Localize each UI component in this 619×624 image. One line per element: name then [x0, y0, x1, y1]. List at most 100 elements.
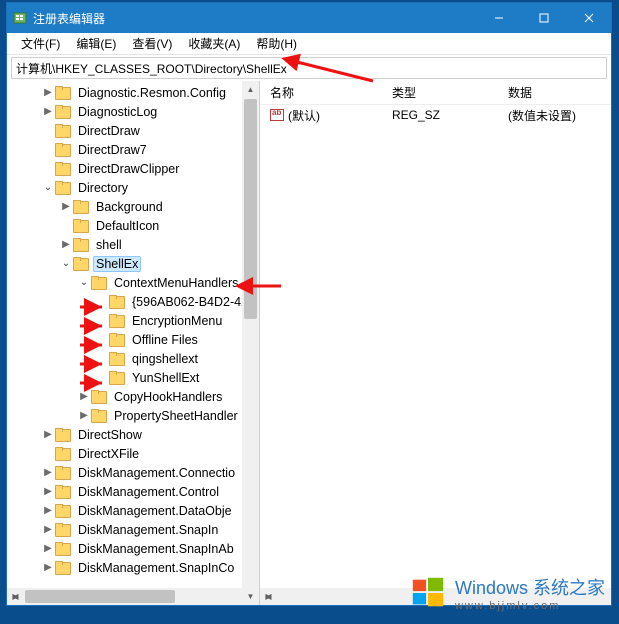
chevron-right-icon[interactable]: ▶: [41, 87, 55, 98]
scroll-right-icon[interactable]: ▶: [260, 588, 277, 605]
chevron-right-icon[interactable]: ▶: [41, 106, 55, 117]
tree-node[interactable]: ▶DiskManagement.SnapInCo: [7, 558, 259, 577]
tree-node[interactable]: Offline Files: [7, 330, 259, 349]
folder-icon: [91, 390, 107, 404]
tree-inner: ▶Diagnostic.Resmon.Config ▶ DiagnosticLog…: [7, 81, 259, 579]
menubar: 文件(F) 编辑(E) 查看(V) 收藏夹(A) 帮助(H): [7, 33, 611, 55]
menu-edit[interactable]: 编辑(E): [68, 33, 124, 54]
tree-label: DefaultIcon: [93, 218, 162, 234]
chevron-right-icon[interactable]: ▶: [59, 239, 73, 250]
value-type: REG_SZ: [382, 108, 498, 122]
tree-label: CopyHookHandlers: [111, 389, 225, 405]
folder-icon: [91, 409, 107, 423]
tree-node[interactable]: YunShellExt: [7, 368, 259, 387]
tree-label: DirectDraw7: [75, 142, 150, 158]
tree-node[interactable]: ▶ DiskManagement.DataObje: [7, 501, 259, 520]
chevron-right-icon[interactable]: ▶: [41, 562, 55, 573]
tree-node[interactable]: ▶Diagnostic.Resmon.Config: [7, 83, 259, 102]
col-type[interactable]: 类型: [382, 84, 498, 101]
maximize-button[interactable]: [521, 3, 566, 33]
folder-icon: [55, 181, 71, 195]
folder-icon: [55, 542, 71, 556]
tree-node[interactable]: ▶ DiagnosticLog: [7, 102, 259, 121]
scroll-thumb[interactable]: [25, 590, 175, 603]
tree-label: DirectDrawClipper: [75, 161, 182, 177]
tree-label: ShellEx: [93, 256, 141, 272]
menu-help[interactable]: 帮助(H): [248, 33, 305, 54]
chevron-right-icon[interactable]: ▶: [77, 410, 91, 421]
minimize-button[interactable]: [476, 3, 521, 33]
tree-node[interactable]: ⌄ContextMenuHandlers: [7, 273, 259, 292]
tree-node[interactable]: ▶ DiskManagement.SnapIn: [7, 520, 259, 539]
chevron-right-icon[interactable]: ▶: [41, 505, 55, 516]
tree-scrollbar-vertical[interactable]: ▲ ▼: [242, 81, 259, 605]
chevron-right-icon[interactable]: ▶: [59, 201, 73, 212]
address-bar[interactable]: 计算机\HKEY_CLASSES_ROOT\Directory\ShellEx: [11, 57, 607, 79]
tree-node[interactable]: ▶ Background: [7, 197, 259, 216]
tree-node[interactable]: ▶DiskManagement.Connectio: [7, 463, 259, 482]
tree-node[interactable]: ▶DirectShow: [7, 425, 259, 444]
folder-icon: [55, 504, 71, 518]
tree-node[interactable]: EncryptionMenu: [7, 311, 259, 330]
tree-label: DiskManagement.SnapIn: [75, 522, 221, 538]
tree-node[interactable]: ⌄Directory: [7, 178, 259, 197]
tree-node[interactable]: DirectDraw: [7, 121, 259, 140]
tree-node[interactable]: ▶DiskManagement.Control: [7, 482, 259, 501]
registry-editor-window: 注册表编辑器 文件(F) 编辑(E) 查看(V) 收藏夹(A) 帮助(H) 计算…: [6, 2, 612, 606]
chevron-right-icon[interactable]: ▶: [41, 467, 55, 478]
tree-label: DiskManagement.DataObje: [75, 503, 235, 519]
tree-node[interactable]: DefaultIcon: [7, 216, 259, 235]
tree-label: PropertySheetHandler: [111, 408, 241, 424]
tree-node[interactable]: DirectDrawClipper: [7, 159, 259, 178]
scroll-thumb[interactable]: [244, 99, 257, 319]
tree-node-selected[interactable]: ⌄ ShellEx: [7, 254, 259, 273]
col-data[interactable]: 数据: [498, 84, 611, 101]
menu-file[interactable]: 文件(F): [13, 33, 68, 54]
chevron-right-icon[interactable]: ▶: [41, 486, 55, 497]
chevron-down-icon[interactable]: ⌄: [59, 258, 73, 269]
value-data: (数值未设置): [498, 107, 611, 124]
tree-node[interactable]: DirectDraw7: [7, 140, 259, 159]
chevron-down-icon[interactable]: ⌄: [77, 277, 91, 288]
titlebar[interactable]: 注册表编辑器: [7, 3, 611, 33]
chevron-right-icon[interactable]: ▶: [41, 429, 55, 440]
column-headers: 名称 类型 数据: [260, 81, 611, 105]
watermark-line1: Windows 系统之家: [455, 574, 605, 600]
tree-label: DiagnosticLog: [75, 104, 160, 120]
tree-node[interactable]: ▶ CopyHookHandlers: [7, 387, 259, 406]
tree-node[interactable]: {596AB062-B4D2-42: [7, 292, 259, 311]
tree-node[interactable]: ▶ PropertySheetHandler: [7, 406, 259, 425]
value-name-cell: (默认): [260, 107, 382, 124]
main-area: ▶Diagnostic.Resmon.Config ▶ DiagnosticLog…: [7, 81, 611, 605]
folder-icon: [109, 295, 125, 309]
scroll-up-icon[interactable]: ▲: [242, 81, 259, 98]
col-name[interactable]: 名称: [260, 84, 382, 101]
chevron-right-icon[interactable]: ▶: [41, 543, 55, 554]
watermark-text: Windows 系统之家 www.bjjmlv.com: [455, 574, 605, 612]
folder-icon: [55, 86, 71, 100]
folder-icon: [109, 371, 125, 385]
tree-node[interactable]: ▶shell: [7, 235, 259, 254]
scroll-right-icon[interactable]: ▶: [7, 588, 24, 605]
menu-favorites[interactable]: 收藏夹(A): [180, 33, 248, 54]
tree-panel: ▶Diagnostic.Resmon.Config ▶ DiagnosticLog…: [7, 81, 260, 605]
tree-node[interactable]: qingshellext: [7, 349, 259, 368]
scroll-down-icon[interactable]: ▼: [242, 588, 259, 605]
folder-icon: [109, 352, 125, 366]
folder-icon: [109, 314, 125, 328]
tree-label: EncryptionMenu: [129, 313, 225, 329]
tree-node[interactable]: ▶DiskManagement.SnapInAb: [7, 539, 259, 558]
value-rows: (默认) REG_SZ (数值未设置): [260, 105, 611, 125]
chevron-down-icon[interactable]: ⌄: [41, 182, 55, 193]
chevron-right-icon[interactable]: ▶: [77, 391, 91, 402]
close-button[interactable]: [566, 3, 611, 33]
tree-scrollbar-horizontal[interactable]: ◀ ▶: [7, 588, 242, 605]
address-text: 计算机\HKEY_CLASSES_ROOT\Directory\ShellEx: [16, 60, 287, 77]
chevron-right-icon[interactable]: ▶: [41, 524, 55, 535]
menu-view[interactable]: 查看(V): [124, 33, 180, 54]
tree-label: Background: [93, 199, 166, 215]
tree-node[interactable]: DirectXFile: [7, 444, 259, 463]
folder-icon: [55, 143, 71, 157]
value-row[interactable]: (默认) REG_SZ (数值未设置): [260, 105, 611, 125]
folder-icon: [109, 333, 125, 347]
